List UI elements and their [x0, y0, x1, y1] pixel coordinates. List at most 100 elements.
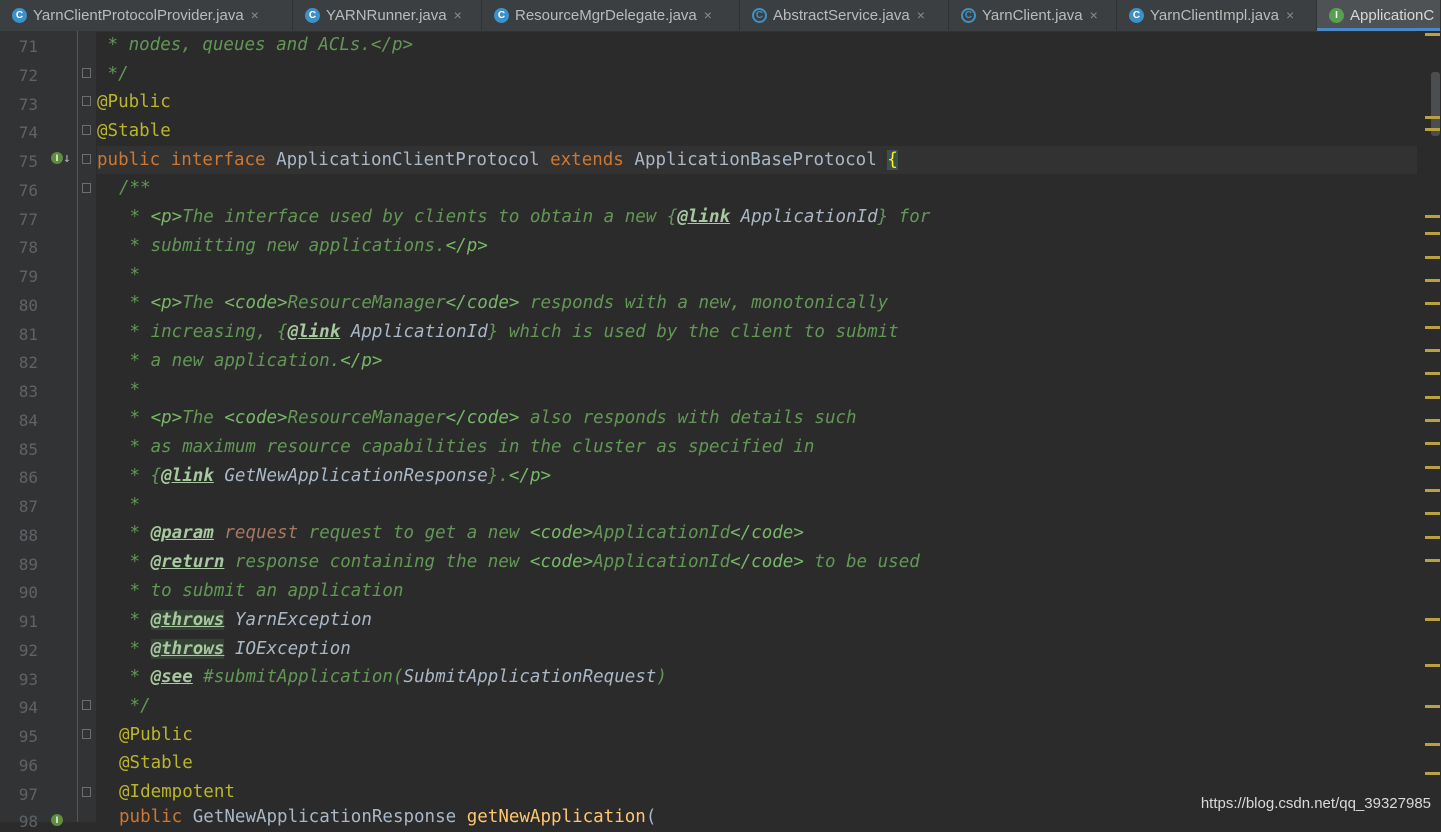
doc-comment: * {: [119, 466, 162, 486]
close-icon[interactable]: ×: [1286, 7, 1294, 23]
tab-applicationclientprotocol[interactable]: I ApplicationC: [1317, 0, 1441, 31]
tab-yarnclientimpl[interactable]: C YarnClientImpl.java ×: [1117, 0, 1317, 30]
code-line-98: public GetNewApplicationResponse getNewA…: [119, 803, 656, 832]
tab-abstractservice[interactable]: C AbstractService.java ×: [740, 0, 949, 30]
code-line-95: @Public: [119, 721, 193, 750]
line-number: 91: [18, 612, 38, 631]
html-tag: <p>: [150, 207, 183, 227]
marker[interactable]: [1425, 664, 1440, 667]
matched-brace: {: [887, 150, 898, 170]
fold-toggle-icon[interactable]: [82, 154, 91, 164]
doc-comment: responds with a new, monotonically: [519, 293, 889, 313]
marker[interactable]: [1425, 396, 1440, 399]
line-number: 75: [18, 152, 38, 171]
doc-comment: *: [119, 667, 151, 687]
line-number: 80: [18, 296, 38, 315]
marker[interactable]: [1425, 489, 1440, 492]
doc-comment: request to get a new: [298, 523, 530, 543]
annotation: @Public: [97, 92, 171, 112]
marker[interactable]: [1425, 349, 1440, 352]
marker[interactable]: [1425, 705, 1440, 708]
line-number: 90: [18, 583, 38, 602]
fold-end-icon[interactable]: [82, 125, 91, 135]
doc-comment: #submitApplication(: [192, 667, 404, 687]
line-number: 94: [18, 698, 38, 717]
fold-end-icon[interactable]: [82, 787, 91, 797]
marker[interactable]: [1425, 466, 1440, 469]
implemented-icon[interactable]: I: [51, 152, 63, 164]
marker[interactable]: [1425, 743, 1440, 746]
marker[interactable]: [1425, 618, 1440, 621]
fold-toggle-icon[interactable]: [82, 729, 91, 739]
fold-toggle-icon[interactable]: [82, 183, 91, 193]
close-icon[interactable]: ×: [704, 7, 712, 23]
marker[interactable]: [1425, 279, 1440, 282]
doc-comment: *: [119, 495, 141, 515]
fold-end-icon[interactable]: [82, 700, 91, 710]
vertical-scrollbar[interactable]: [1417, 31, 1441, 822]
interface-icon: I: [1329, 7, 1344, 23]
line-number: 76: [18, 181, 38, 200]
line-number: 86: [18, 468, 38, 487]
scrollbar-thumb[interactable]: [1431, 72, 1440, 136]
code-line-80: * <p>The <code>ResourceManager</code> re…: [119, 289, 889, 318]
html-tag: <code>: [529, 523, 594, 543]
marker[interactable]: [1425, 215, 1440, 218]
tab-label: YarnClientProtocolProvider.java: [33, 6, 244, 24]
annotation: @Stable: [119, 753, 193, 773]
html-tag: </code>: [445, 293, 520, 313]
marker[interactable]: [1425, 128, 1440, 131]
marker[interactable]: [1425, 772, 1440, 775]
marker[interactable]: [1425, 33, 1440, 36]
marker[interactable]: [1425, 232, 1440, 235]
line-number: 77: [18, 210, 38, 229]
tab-yarnrunner[interactable]: C YARNRunner.java ×: [293, 0, 482, 30]
marker[interactable]: [1425, 559, 1440, 562]
type-name: ApplicationBaseProtocol: [634, 150, 877, 170]
marker[interactable]: [1425, 326, 1440, 329]
code-line-72: */: [97, 60, 129, 89]
doc-reference: GetNewApplicationResponse: [224, 466, 488, 486]
html-tag: </p>: [340, 351, 383, 371]
doc-comment: * submitting new applications.: [119, 236, 446, 256]
keyword: public: [97, 150, 161, 170]
marker[interactable]: [1425, 116, 1440, 119]
code-editor[interactable]: * nodes, queues and ACLs.</p> */ @Public…: [97, 31, 1417, 827]
marker[interactable]: [1425, 256, 1440, 259]
html-tag: </p>: [508, 466, 552, 486]
doc-comment: *: [119, 552, 151, 572]
code-line-75: public interface ApplicationClientProtoc…: [97, 146, 898, 175]
doc-comment: ResourceManager: [287, 293, 446, 313]
marker[interactable]: [1425, 442, 1440, 445]
marker[interactable]: [1425, 512, 1440, 515]
doc-reference: ApplicationId: [740, 207, 878, 227]
doc-comment: ResourceManager: [287, 408, 446, 428]
doc-reference: SubmitApplicationRequest: [403, 667, 657, 687]
close-icon[interactable]: ×: [251, 7, 259, 23]
gutter-divider: [77, 31, 78, 822]
doc-comment: ): [656, 667, 667, 687]
class-icon: C: [305, 7, 320, 23]
close-icon[interactable]: ×: [917, 7, 925, 23]
marker[interactable]: [1425, 536, 1440, 539]
annotation: @Public: [119, 725, 193, 745]
close-icon[interactable]: ×: [1090, 7, 1098, 23]
doc-comment: also responds with details such: [519, 408, 857, 428]
marker[interactable]: [1425, 372, 1440, 375]
tab-yarnclientprotocolprovider[interactable]: C YarnClientProtocolProvider.java ×: [0, 0, 293, 30]
tab-resourcemgrdelegate[interactable]: C ResourceMgrDelegate.java ×: [482, 0, 740, 30]
html-tag: <code>: [224, 408, 288, 428]
implemented-icon[interactable]: I: [51, 814, 63, 826]
doc-comment: ApplicationId: [593, 552, 731, 572]
close-icon[interactable]: ×: [454, 7, 462, 23]
tab-yarnclient[interactable]: C YarnClient.java ×: [949, 0, 1117, 30]
doc-comment: *: [119, 380, 141, 400]
marker[interactable]: [1425, 419, 1440, 422]
fold-toggle-icon[interactable]: [82, 96, 91, 106]
doc-comment: /**: [119, 178, 151, 198]
fold-end-icon[interactable]: [82, 68, 91, 78]
marker[interactable]: [1425, 302, 1440, 305]
down-arrow-icon[interactable]: ↓: [63, 151, 71, 166]
doc-param: request: [224, 523, 299, 543]
doc-comment: * to submit an application: [119, 581, 404, 601]
